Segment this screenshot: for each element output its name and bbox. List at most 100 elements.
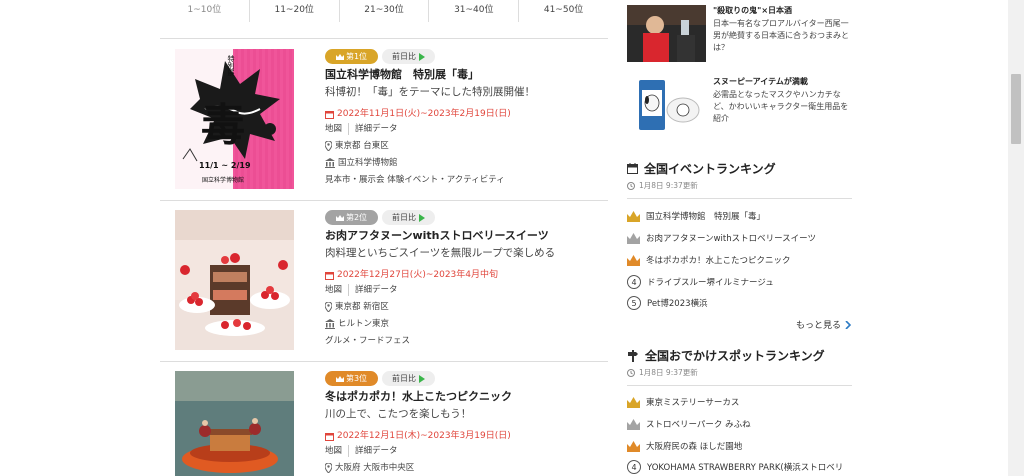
ranking-item-2: 第2位 前日比 お肉アフタヌーンwithストロベリースイーツ 肉料理といちごスイ… <box>160 210 608 355</box>
ranking-item-3: 第3位 前日比 冬はポカポカ！水上こたつピクニック 川の上で、こたつを楽しもう！… <box>160 371 608 476</box>
prev-day-label: 前日比 <box>392 52 416 61</box>
calendar-icon <box>325 271 334 280</box>
event-ranking-heading: 全国イベントランキング <box>627 160 776 177</box>
location-text[interactable]: 東京都 新宿区 <box>335 301 389 313</box>
tab-rank-21-30[interactable]: 21~30位 <box>340 0 430 22</box>
signpost-icon <box>628 349 638 362</box>
ranking-row-label: 東京ミステリーサーカス <box>646 398 740 408</box>
ranking-row[interactable]: 冬はポカポカ！水上こたつピクニック <box>627 253 852 267</box>
ranking-row-label: お肉アフタヌーンwithストロベリースイーツ <box>646 234 817 244</box>
promo-desc: 必需品となったマスクやハンカチなど、かわいいキャラクター衛生用品を紹介 <box>713 90 849 123</box>
rank-label: 第2位 <box>345 213 368 222</box>
scrollbar-thumb[interactable] <box>1011 74 1021 144</box>
poster-special-label: 特別展 <box>227 55 235 76</box>
item-date: 2022年12月27日(火)~2023年4月中旬 <box>325 269 608 281</box>
divider <box>160 38 608 39</box>
tab-rank-41-50[interactable]: 41~50位 <box>519 0 608 22</box>
ranking-row[interactable]: お肉アフタヌーンwithストロベリースイーツ <box>627 231 852 245</box>
arrow-right-icon <box>419 52 425 61</box>
ranking-row-label: YOKOHAMA STRAWBERRY PARK(横浜ストロベリ <box>647 463 844 473</box>
ranking-row[interactable]: 大阪府民の森 ほしだ園地 <box>627 439 852 453</box>
rank-number-5: 5 <box>627 296 641 310</box>
ranking-row[interactable]: 4 ドライブスルー堺イルミナージュ <box>627 275 852 289</box>
item-catch: 川の上で、こたつを楽しもう！ <box>325 408 472 420</box>
item-location: 大阪府 大阪市中央区 <box>325 462 608 474</box>
item-venue: 国立科学博物館 <box>325 157 608 169</box>
detail-link[interactable]: 詳細データ <box>348 445 404 457</box>
crown-icon <box>335 375 344 382</box>
rank-badge: 第2位 <box>325 210 378 225</box>
vertical-scrollbar[interactable] <box>1008 0 1024 476</box>
item-catch: 科博初！「毒」をテーマにした特別展開催！ <box>325 86 535 98</box>
location-pin-icon <box>325 463 332 473</box>
promo-image <box>627 5 706 62</box>
section-title: 全国イベントランキング <box>644 162 776 176</box>
ranking-row-label: ドライブスルー堺イルミナージュ <box>647 278 774 288</box>
ranking-row-label: 国立科学博物館 特別展「毒」 <box>646 212 766 222</box>
item-categories[interactable]: 見本市・展示会 体験イベント・アクティビティ <box>325 174 608 186</box>
item-location: 東京都 台東区 <box>325 140 608 152</box>
updated-time: 1月8日 9:37更新 <box>627 180 698 191</box>
item-info: 第3位 前日比 冬はポカポカ！水上こたつピクニック 川の上で、こたつを楽しもう！… <box>325 371 608 474</box>
location-text[interactable]: 東京都 台東区 <box>335 140 389 152</box>
divider <box>627 385 852 386</box>
promo-card-2[interactable]: スヌーピーアイテムが満載 必需品となったマスクやハンカチなど、かわいいキャラクタ… <box>627 76 852 133</box>
location-pin-icon <box>325 141 332 151</box>
updated-time: 1月8日 9:37更新 <box>627 367 698 378</box>
calendar-icon <box>325 110 334 119</box>
promo-title: "殺取りの鬼"×日本酒 <box>713 6 793 15</box>
map-link[interactable]: 地図 <box>325 123 348 135</box>
tab-rank-31-40[interactable]: 31~40位 <box>429 0 520 22</box>
venue-text[interactable]: ヒルトン東京 <box>338 318 389 330</box>
event-photo-image[interactable] <box>175 210 294 350</box>
ranking-row[interactable]: 東京ミステリーサーカス <box>627 395 852 409</box>
more-link[interactable]: もっと見る <box>796 318 852 331</box>
map-link[interactable]: 地図 <box>325 284 348 296</box>
map-link[interactable]: 地図 <box>325 445 348 457</box>
page: 1~10位 11~20位 21~30位 31~40位 41~50位 毒 特別展 … <box>0 0 1024 476</box>
item-title[interactable]: お肉アフタヌーンwithストロベリースイーツ <box>325 229 608 243</box>
detail-link[interactable]: 詳細データ <box>348 284 404 296</box>
rank-number-4: 4 <box>627 460 641 474</box>
updated-text: 1月8日 9:37更新 <box>639 368 698 377</box>
prev-day-label: 前日比 <box>392 374 416 383</box>
venue-text[interactable]: 国立科学博物館 <box>338 157 398 169</box>
date-text: 2022年12月1日(木)~2023年3月19日(日) <box>337 431 511 441</box>
poster-venue: 国立科学博物館 <box>202 177 245 184</box>
silver-crown-icon <box>627 232 640 244</box>
calendar-icon <box>325 432 334 441</box>
item-categories[interactable]: グルメ・フードフェス <box>325 335 608 347</box>
ranking-row[interactable]: 4 YOKOHAMA STRAWBERRY PARK(横浜ストロベリ <box>627 460 852 474</box>
prev-day-badge: 前日比 <box>382 49 435 64</box>
ranking-row[interactable]: 国立科学博物館 特別展「毒」 <box>627 209 852 223</box>
promo-card-1[interactable]: "殺取りの鬼"×日本酒 日本一有名なプロアルバイター西尾一男が絶賛する日本酒に合… <box>627 5 852 62</box>
ranking-row-label: 大阪府民の森 ほしだ園地 <box>646 442 743 452</box>
tab-rank-11-20[interactable]: 11~20位 <box>250 0 340 22</box>
ranking-item-1: 毒 特別展 11/1 ~ 2/19 国立科学博物館 第1位 前日比 国立科学博物… <box>160 49 608 194</box>
item-title[interactable]: 国立科学博物館 特別展「毒」 <box>325 68 608 82</box>
ranking-row-label: Pet博2023横浜 <box>647 299 708 309</box>
item-title[interactable]: 冬はポカポカ！水上こたつピクニック <box>325 390 608 404</box>
rank-label: 第1位 <box>345 52 368 61</box>
item-date: 2022年11月1日(火)~2023年2月19日(日) <box>325 108 608 120</box>
ranking-row[interactable]: ストロベリーパーク みふね <box>627 417 852 431</box>
location-pin-icon <box>325 302 332 312</box>
detail-link[interactable]: 詳細データ <box>348 123 404 135</box>
date-text: 2022年11月1日(火)~2023年2月19日(日) <box>337 109 511 119</box>
rank-tabs: 1~10位 11~20位 21~30位 31~40位 41~50位 <box>160 0 608 22</box>
bronze-crown-icon <box>627 254 640 266</box>
ranking-row-label: ストロベリーパーク みふね <box>646 420 751 430</box>
divider <box>160 200 608 201</box>
crown-icon <box>335 53 344 60</box>
arrow-right-icon <box>419 374 425 383</box>
event-poster-image[interactable]: 毒 特別展 11/1 ~ 2/19 国立科学博物館 <box>175 49 294 189</box>
location-text[interactable]: 大阪府 大阪市中央区 <box>335 462 414 474</box>
building-icon <box>325 158 335 168</box>
tab-rank-1-10[interactable]: 1~10位 <box>160 0 250 22</box>
more-label: もっと見る <box>796 321 842 331</box>
ranking-row[interactable]: 5 Pet博2023横浜 <box>627 296 852 310</box>
event-photo-image[interactable] <box>175 371 294 476</box>
crown-icon <box>335 214 344 221</box>
clock-icon <box>627 181 635 190</box>
divider <box>160 361 608 362</box>
